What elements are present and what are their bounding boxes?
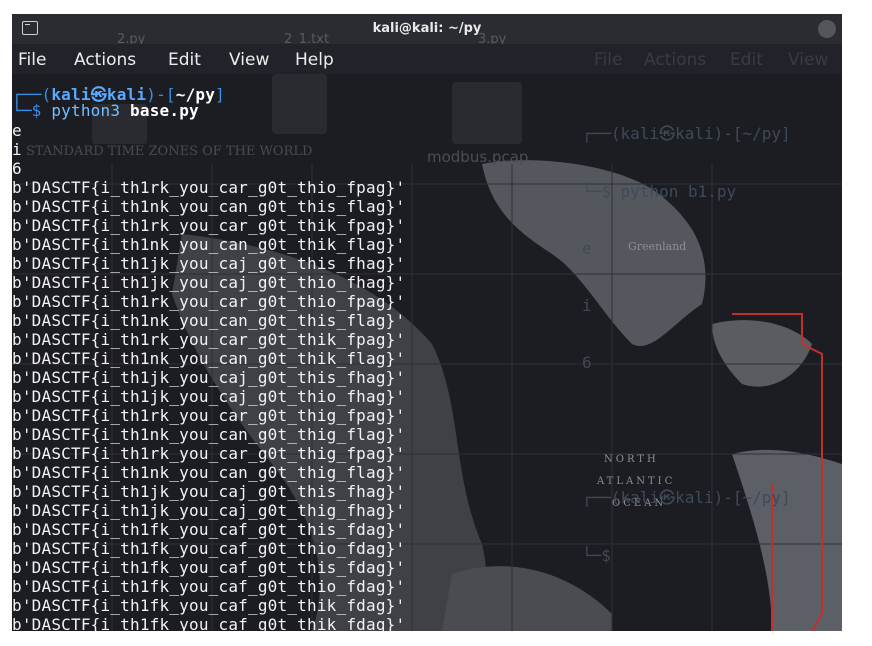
output-line: b'DASCTF{i_th1nk_you_can_g0t_this_flag}' [12,311,406,330]
output-line: b'DASCTF{i_th1jk_you_caj_g0t_thio_fhag}' [12,387,406,406]
output-line: b'DASCTF{i_th1rk_you_car_g0t_thig_fpag}' [12,406,406,425]
ghost-menu-actions: Actions [644,50,707,70]
output-line: b'DASCTF{i_th1jk_you_caj_g0t_this_fhag}' [12,254,406,273]
output-line: b'DASCTF{i_th1nk_you_can_g0t_thik_flag}' [12,349,406,368]
output-line: b'DASCTF{i_th1jk_you_caj_g0t_this_fhag}' [12,368,406,387]
output-line: b'DASCTF{i_th1rk_you_car_g0t_thio_fpag}' [12,178,406,197]
menu-edit[interactable]: Edit [168,50,201,70]
output-line: b'DASCTF{i_th1fk_you_caf_g0t_thik_fdag}' [12,596,406,615]
output-line: b'DASCTF{i_th1rk_you_car_g0t_thik_fpag}' [12,216,406,235]
menu-view[interactable]: View [229,50,269,70]
output-line: e [12,121,22,140]
menu-actions[interactable]: Actions [74,50,136,70]
ghost-menu-view: View [788,50,829,70]
output-line: b'DASCTF{i_th1rk_you_car_g0t_thio_fpag}' [12,292,406,311]
ghost-menu-edit: Edit [730,50,763,70]
window-control-button[interactable] [818,20,836,38]
output-line: b'DASCTF{i_th1fk_you_caf_g0t_thik_fdag}' [12,615,406,631]
menu-file[interactable]: File [18,50,46,70]
command-line: └─$ python3 base.py [12,101,199,120]
output-line: b'DASCTF{i_th1fk_you_caf_g0t_thio_fdag}' [12,577,406,596]
menu-bar: File Actions Edit View Help File Actions… [12,44,842,74]
output-line: b'DASCTF{i_th1fk_you_caf_g0t_thio_fdag}' [12,539,406,558]
output-line: 6 [12,159,22,178]
menu-help[interactable]: Help [295,50,334,70]
output-line: b'DASCTF{i_th1nk_you_can_g0t_thik_flag}' [12,235,406,254]
command-argument: base.py [130,101,199,120]
output-line: b'DASCTF{i_th1fk_you_caf_g0t_this_fdag}' [12,520,406,539]
command-name: python3 [51,101,121,120]
output-line: b'DASCTF{i_th1jk_you_caj_g0t_thig_fhag}' [12,501,406,520]
ghost-menu-file: File [594,50,623,70]
output-line: b'DASCTF{i_th1fk_you_caf_g0t_this_fdag}' [12,558,406,577]
terminal-output-area[interactable]: ┌──(kali㉿kali)-[~/py] └─$ python3 base.p… [12,76,842,631]
output-line: b'DASCTF{i_th1rk_you_car_g0t_thig_fpag}' [12,444,406,463]
prompt-decoration: └─$ [12,101,52,120]
output-line: b'DASCTF{i_th1nk_you_can_g0t_thig_flag}' [12,463,406,482]
window-title: kali@kali: ~/py [372,21,482,36]
output-line: i [12,140,22,159]
output-line: b'DASCTF{i_th1jk_you_caj_g0t_thio_fhag}' [12,273,406,292]
output-line: b'DASCTF{i_th1nk_you_can_g0t_thig_flag}' [12,425,406,444]
output-line: b'DASCTF{i_th1jk_you_caj_g0t_this_fhag}' [12,482,406,501]
output-line: b'DASCTF{i_th1rk_you_car_g0t_thik_fpag}' [12,330,406,349]
window-titlebar[interactable]: 2.py 2_1.txt 3.py kali@kali: ~/py [12,14,842,47]
output-line: b'DASCTF{i_th1nk_you_can_g0t_this_flag}' [12,197,406,216]
prompt-decoration: ] [215,85,225,104]
screenshot: STANDARD TIME ZONES OF THE WORLD modbus.… [12,14,842,631]
